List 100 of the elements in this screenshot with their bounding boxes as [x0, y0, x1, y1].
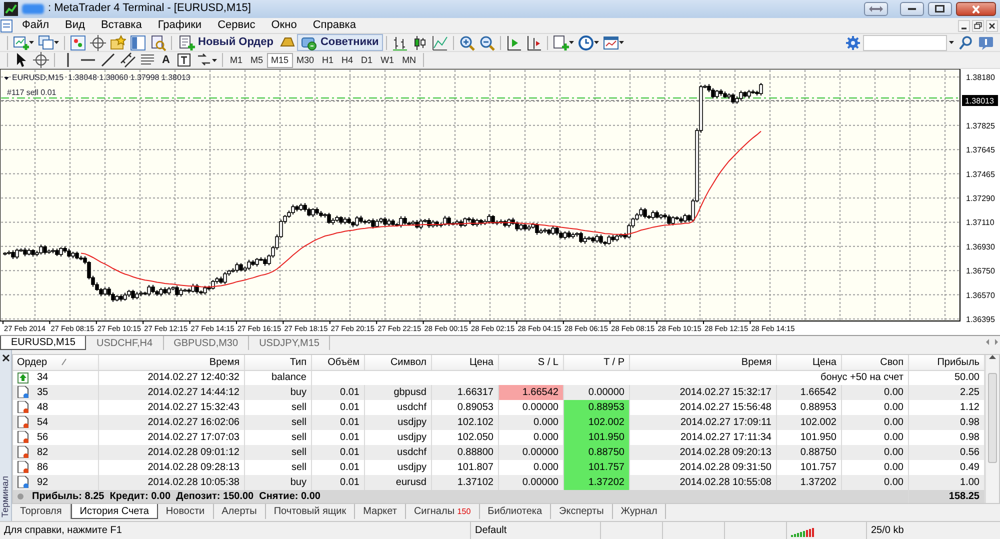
column-header[interactable]: S / L: [498, 355, 563, 370]
restore-icon[interactable]: [972, 20, 984, 32]
price-label: 1.37465: [966, 170, 995, 179]
template-icon[interactable]: [602, 34, 619, 50]
panel-tab[interactable]: Журнал: [612, 504, 666, 519]
new-order-button[interactable]: Новый Ордер: [175, 34, 278, 51]
line-chart-icon[interactable]: [432, 34, 448, 50]
windows-icon[interactable]: [38, 34, 54, 50]
restore-arrows-button[interactable]: [864, 2, 888, 16]
navigator-icon[interactable]: [130, 34, 146, 50]
timeframe-button[interactable]: H4: [338, 52, 358, 68]
price-label: 1.37645: [966, 146, 995, 155]
panel-tab[interactable]: Маркет: [355, 504, 406, 519]
autoscroll-icon[interactable]: [506, 34, 522, 50]
caret-icon[interactable]: [949, 41, 954, 44]
menu-item[interactable]: Окно: [263, 18, 305, 32]
column-header[interactable]: Объём: [311, 355, 364, 370]
maximize-button[interactable]: [928, 2, 952, 16]
chart-shift-icon[interactable]: [526, 34, 542, 50]
column-header[interactable]: Цена: [776, 355, 841, 370]
current-price-label: 1.38013: [962, 95, 998, 106]
column-header[interactable]: Цена: [431, 355, 498, 370]
timeframe-button[interactable]: W1: [376, 52, 398, 68]
caret-icon[interactable]: [54, 41, 59, 44]
minimize-icon[interactable]: [958, 20, 970, 32]
menu-item[interactable]: Файл: [14, 18, 58, 32]
timeframe-button[interactable]: D1: [357, 52, 377, 68]
caret-icon[interactable]: [618, 41, 624, 44]
panel-tab[interactable]: Почтовый ящик: [266, 504, 356, 519]
table-cell: 1.37202: [776, 475, 841, 490]
indicators-icon[interactable]: [552, 34, 569, 50]
panel-tab[interactable]: Новости: [158, 504, 214, 519]
crosshair-icon[interactable]: [90, 34, 106, 50]
menu-item[interactable]: Вставка: [92, 18, 150, 32]
trendline-icon[interactable]: [100, 52, 116, 68]
menu-item[interactable]: Сервис: [210, 18, 264, 32]
message-icon[interactable]: [978, 34, 994, 50]
timeframe-button[interactable]: H1: [318, 52, 338, 68]
panel-tab[interactable]: История Счета: [70, 504, 158, 519]
column-header[interactable]: Своп: [841, 355, 908, 370]
table-cell: 158.25: [908, 490, 984, 503]
crosshair-icon[interactable]: [33, 52, 49, 68]
scrollbar[interactable]: [985, 355, 999, 503]
timeframe-button[interactable]: M5: [246, 52, 267, 68]
table-cell: 0.01: [311, 475, 364, 490]
zoom-out-icon[interactable]: [478, 34, 495, 50]
text-tool-button[interactable]: A: [158, 52, 174, 68]
column-header[interactable]: Тип: [244, 355, 311, 370]
panel-tab[interactable]: Эксперты: [551, 504, 613, 519]
chart-tab[interactable]: EURUSD,M15: [0, 336, 86, 350]
experts-button[interactable]: Советники: [297, 34, 383, 51]
table-cell: 2014.02.27 14:44:12: [98, 385, 244, 400]
column-header[interactable]: Символ: [364, 355, 431, 370]
timeframe-button[interactable]: M1: [226, 52, 246, 68]
timeframe-button[interactable]: MN: [398, 52, 420, 68]
caret-icon[interactable]: [29, 41, 34, 44]
minimize-button[interactable]: [900, 2, 924, 16]
order-number: 86: [37, 460, 48, 474]
collapse-caret-icon[interactable]: [4, 77, 9, 80]
market-watch-icon[interactable]: [70, 34, 86, 50]
tester-icon[interactable]: [150, 34, 166, 50]
timeframe-button[interactable]: M30: [292, 52, 318, 68]
column-header[interactable]: Прибыль: [908, 355, 984, 370]
table-cell: 0.00000: [498, 445, 563, 460]
scroll-arrows-icon[interactable]: [984, 336, 1000, 348]
panel-tab[interactable]: Сигналы 150: [406, 504, 480, 519]
chart-tab[interactable]: GBPUSD,M30: [164, 336, 250, 350]
settings-icon[interactable]: [845, 34, 861, 50]
panel-tab[interactable]: Алерты: [214, 504, 266, 519]
channel-icon[interactable]: [120, 52, 136, 68]
column-header[interactable]: T / P: [563, 355, 629, 370]
caret-icon[interactable]: [594, 41, 599, 44]
menu-item[interactable]: Графики: [150, 18, 210, 32]
menu-item[interactable]: Справка: [304, 18, 364, 32]
close-icon[interactable]: [2, 354, 10, 362]
chart-tab[interactable]: USDCHF,H4: [86, 336, 164, 350]
candlestick-icon[interactable]: [412, 34, 428, 50]
clock-icon[interactable]: [578, 34, 594, 50]
text-label-icon[interactable]: [176, 52, 192, 68]
status-text: Для справки, нажмите F1: [3, 524, 123, 536]
price-label: 1.37110: [966, 218, 994, 228]
chart-tab[interactable]: USDJPY,M15: [249, 336, 330, 350]
search-icon[interactable]: [958, 34, 974, 50]
column-header[interactable]: Ордер: [13, 355, 98, 370]
table-cell: 1.37202: [563, 475, 629, 490]
zoom-in-icon[interactable]: [458, 34, 475, 50]
column-header[interactable]: Время: [98, 355, 244, 370]
menu-item[interactable]: Вид: [57, 18, 93, 32]
star-folder-icon[interactable]: [110, 34, 126, 50]
search-field[interactable]: [863, 34, 947, 50]
arrows-icon[interactable]: [196, 52, 212, 68]
bar-chart-icon[interactable]: [392, 34, 408, 50]
timeframe-button[interactable]: M15: [266, 52, 292, 68]
close-button[interactable]: [956, 2, 996, 16]
traffic-text: 25/0 kb: [871, 524, 904, 536]
panel-tab[interactable]: Библиотека: [480, 504, 552, 519]
column-header[interactable]: Время: [629, 355, 776, 370]
caret-icon[interactable]: [568, 41, 574, 44]
new-chart-icon[interactable]: [13, 34, 29, 50]
caret-icon[interactable]: [212, 58, 217, 62]
